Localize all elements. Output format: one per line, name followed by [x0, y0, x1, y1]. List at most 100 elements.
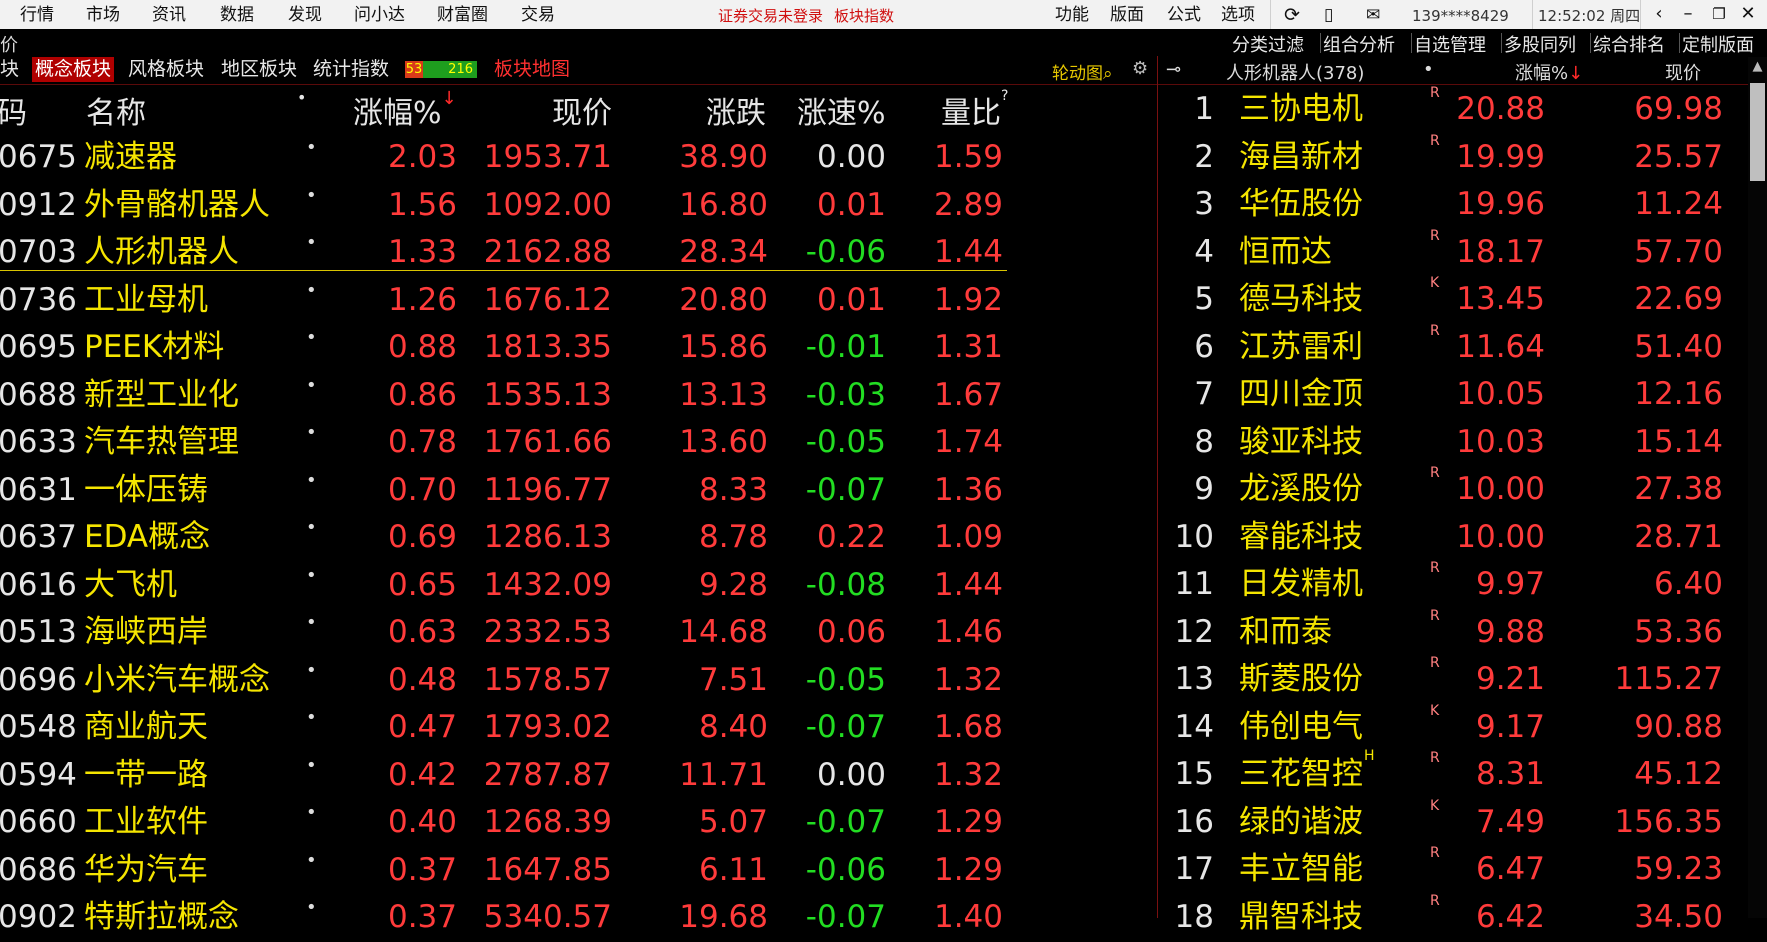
stock-name: 龙溪股份	[1239, 471, 1363, 507]
list-item[interactable]: 8 骏亚科技 10.03 15.14	[1158, 419, 1767, 467]
col-speed[interactable]: 涨速%	[797, 88, 886, 132]
stock-rank: 18	[1174, 898, 1214, 935]
table-row[interactable]: 0695 PEEK材料 • 0.88 1813.35 15.86 -0.01 1.31	[0, 324, 1010, 372]
tool-ranking[interactable]: 综合排名	[1593, 31, 1665, 57]
tab-cut[interactable]: 块	[0, 57, 22, 82]
speed-value: 0.22	[816, 519, 886, 555]
col-change[interactable]: 涨跌	[706, 88, 766, 132]
table-row[interactable]: 0513 海峡西岸 • 0.63 2332.53 14.68 0.06 1.46	[0, 609, 1010, 657]
list-item[interactable]: 2 海昌新材 R 19.99 25.57	[1158, 133, 1767, 182]
sort-down-icon: ↓	[441, 88, 457, 109]
table-row[interactable]: 0631 一体压铸 • 0.70 1196.77 8.33 -0.07 1.36	[0, 467, 1010, 515]
scroll-up-icon[interactable]: ▲	[1748, 59, 1767, 74]
tool-category-filter[interactable]: 分类过滤	[1232, 31, 1304, 57]
back-icon[interactable]: ‹	[1648, 3, 1670, 25]
tab-region-sector[interactable]: 地区板块	[218, 57, 300, 82]
table-row[interactable]: 0736 工业母机 • 1.26 1676.12 20.80 0.01 1.92	[0, 277, 1010, 325]
scrollbar-thumb[interactable]	[1750, 83, 1765, 181]
list-item[interactable]: 14 伟创电气 K 9.17 90.88	[1158, 703, 1767, 752]
table-row[interactable]: 0660 工业软件 • 0.40 1268.39 5.07 -0.07 1.29	[0, 799, 1010, 847]
pin-icon[interactable]: ⊸	[1166, 59, 1181, 80]
up-count: 53	[405, 61, 423, 78]
table-row[interactable]: 0633 汽车热管理 • 0.78 1761.66 13.60 -0.05 1.74	[0, 419, 1010, 467]
col-pct[interactable]: 涨幅%↓	[353, 88, 457, 132]
stock-pct: 11.64	[1456, 328, 1545, 365]
list-item[interactable]: 3 华伍股份 19.96 11.24	[1158, 181, 1767, 229]
table-row[interactable]: 0912 外骨骼机器人 • 1.56 1092.00 16.80 0.01 2.89	[0, 182, 1010, 230]
price-value: 1813.35	[483, 329, 612, 365]
gear-icon[interactable]: ⚙	[1132, 58, 1148, 79]
col-vol-ratio[interactable]: 量比?	[941, 88, 1008, 132]
index-notice[interactable]: 板块指数	[834, 5, 894, 27]
table-row[interactable]: 0616 大飞机 • 0.65 1432.09 9.28 -0.08 1.44	[0, 562, 1010, 610]
phone-icon[interactable]: ▯	[1324, 4, 1333, 26]
scrollbar[interactable]: ▲	[1748, 57, 1767, 918]
sector-name: 大飞机	[84, 566, 177, 603]
menu-options[interactable]: 选项	[1221, 4, 1255, 26]
row-dot: •	[306, 849, 317, 871]
sector-code: 0631	[0, 471, 77, 508]
list-item[interactable]: 9 龙溪股份 R 10.00 27.38	[1158, 465, 1767, 514]
login-notice[interactable]: 证券交易未登录	[718, 5, 823, 27]
list-item[interactable]: 18 鼎智科技 R 6.42 34.50	[1158, 893, 1767, 942]
list-item[interactable]: 10 睿能科技 10.00 28.71	[1158, 514, 1767, 562]
account-label[interactable]: 139****8429	[1412, 5, 1509, 27]
stock-pct: 10.00	[1456, 471, 1545, 507]
table-row[interactable]: 0675 减速器 • 2.03 1953.71 38.90 0.00 1.59	[0, 134, 1010, 182]
mail-icon[interactable]: ✉	[1366, 4, 1380, 26]
tool-bar: 价 分类过滤 组合分析 自选管理 多股同列 综合排名 定制版面	[0, 29, 1767, 57]
list-item[interactable]: 1 三协电机 R 20.88 69.98	[1158, 85, 1767, 134]
refresh-icon[interactable]: ⟳	[1284, 4, 1300, 26]
menu-function[interactable]: 功能	[1055, 4, 1089, 26]
menu-ask[interactable]: 问小达	[354, 4, 405, 26]
panel-title: 人形机器人(378)	[1226, 63, 1365, 84]
list-item[interactable]: 15 三花智控 R 8.31 45.12 H	[1158, 748, 1767, 799]
restore-icon[interactable]: ❐	[1708, 3, 1730, 25]
menu-trade[interactable]: 交易	[521, 4, 555, 26]
table-row[interactable]: 0688 新型工业化 • 0.86 1535.13 13.13 -0.03 1.67	[0, 372, 1010, 420]
list-item[interactable]: 4 恒而达 R 18.17 57.70	[1158, 228, 1767, 277]
rotation-chart-link[interactable]: 轮动图⌕	[1052, 59, 1113, 84]
tool-custom-layout[interactable]: 定制版面	[1682, 31, 1754, 57]
menu-layout[interactable]: 版面	[1110, 4, 1144, 26]
list-item[interactable]: 17 丰立智能 R 6.47 59.23	[1158, 845, 1767, 894]
list-item[interactable]: 12 和而泰 R 9.88 53.36	[1158, 608, 1767, 657]
table-row[interactable]: 0548 商业航天 • 0.47 1793.02 8.40 -0.07 1.68	[0, 704, 1010, 752]
table-row[interactable]: 0594 一带一路 • 0.42 2787.87 11.71 0.00 1.32	[0, 752, 1010, 800]
sector-code: 0688	[0, 376, 77, 413]
menu-data[interactable]: 数据	[220, 4, 254, 26]
menu-wealth[interactable]: 财富圈	[437, 4, 488, 26]
table-row[interactable]: 0696 小米汽车概念 • 0.48 1578.57 7.51 -0.05 1.32	[0, 657, 1010, 705]
table-row[interactable]: 0637 EDA概念 • 0.69 1286.13 8.78 0.22 1.09	[0, 514, 1010, 562]
separator	[1411, 33, 1412, 53]
tool-multi-stock[interactable]: 多股同列	[1504, 31, 1576, 57]
menu-news[interactable]: 资讯	[152, 4, 186, 26]
stock-rank: 14	[1174, 708, 1214, 745]
list-item[interactable]: 6 江苏雷利 R 11.64 51.40	[1158, 323, 1767, 372]
list-item[interactable]: 13 斯菱股份 R 9.21 115.27	[1158, 655, 1767, 704]
list-item[interactable]: 16 绿的谐波 K 7.49 156.35	[1158, 798, 1767, 847]
menu-quotes[interactable]: 行情	[20, 4, 54, 26]
table-row[interactable]: 0686 华为汽车 • 0.37 1647.85 6.11 -0.06 1.29	[0, 847, 1010, 895]
menu-discover[interactable]: 发现	[288, 4, 322, 26]
col-price[interactable]: 现价	[552, 88, 612, 132]
list-item[interactable]: 11 日发精机 R 9.97 6.40	[1158, 560, 1767, 609]
tool-watchlist[interactable]: 自选管理	[1414, 31, 1486, 57]
minimize-icon[interactable]: –	[1677, 3, 1699, 25]
close-icon[interactable]: ✕	[1737, 3, 1759, 25]
menu-formula[interactable]: 公式	[1167, 4, 1201, 26]
col-code[interactable]: 码	[0, 88, 27, 132]
col-pct-header[interactable]: 涨幅%↓	[1515, 59, 1583, 85]
menu-market[interactable]: 市场	[86, 4, 120, 26]
list-item[interactable]: 7 四川金顶 10.05 12.16	[1158, 371, 1767, 419]
col-price-header[interactable]: 现价	[1665, 59, 1701, 85]
tab-stat-index[interactable]: 统计指数	[310, 57, 392, 82]
tab-concept-sector[interactable]: 概念板块	[32, 57, 115, 82]
col-name[interactable]: 名称	[86, 88, 146, 132]
col-dot: •	[297, 88, 307, 107]
tool-combo-analysis[interactable]: 组合分析	[1323, 31, 1395, 57]
tab-style-sector[interactable]: 风格板块	[125, 57, 207, 82]
sector-map-link[interactable]: 板块地图	[494, 57, 570, 82]
list-item[interactable]: 5 德马科技 K 13.45 22.69	[1158, 275, 1767, 324]
vol-ratio-value: 1.67	[933, 376, 1003, 413]
